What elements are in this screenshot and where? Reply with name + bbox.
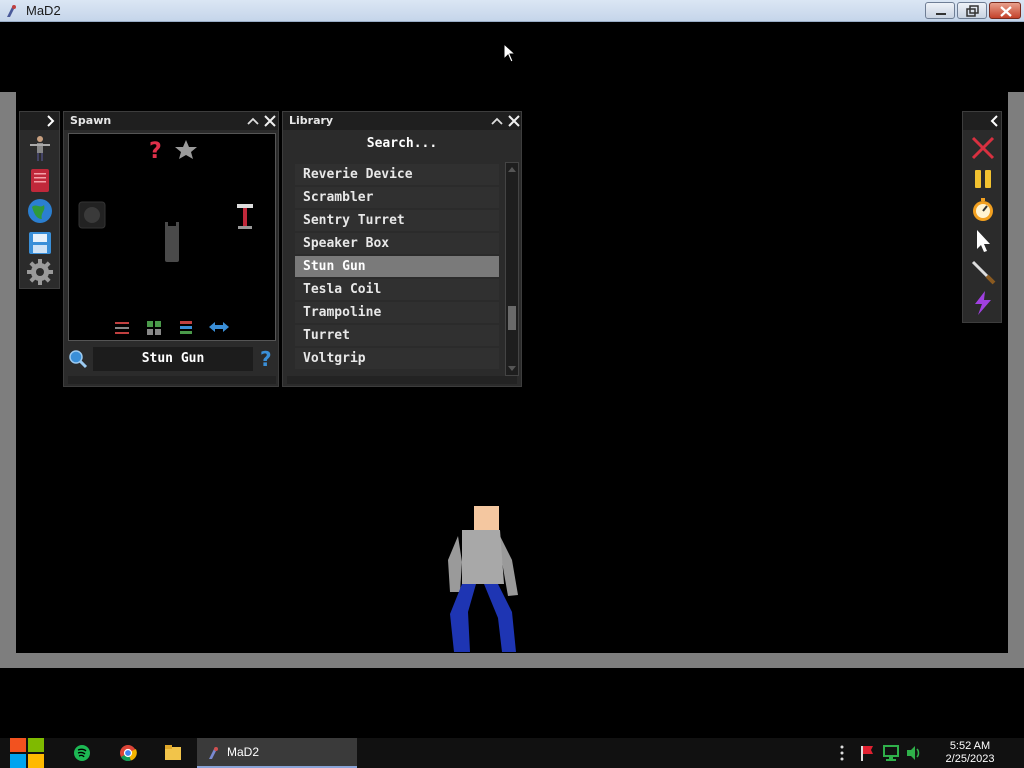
library-item[interactable]: Sentry Turret [295, 210, 499, 231]
library-scrollbar[interactable] [505, 162, 519, 376]
spawn-preview-area[interactable]: ? [68, 133, 276, 341]
pause-icon[interactable] [969, 165, 997, 193]
library-search-input[interactable]: Search... [283, 132, 521, 156]
spawn-search-row: Stun Gun ? [68, 345, 276, 371]
right-wall [1008, 92, 1024, 668]
help-icon[interactable]: ? [258, 348, 276, 370]
library-footer [287, 376, 517, 384]
stun-gun-item [165, 226, 179, 262]
spotify-icon[interactable] [72, 738, 92, 768]
spawn-preview-canvas: ? [78, 139, 253, 335]
library-item[interactable]: Tesla Coil [295, 279, 499, 300]
spawn-panel: Spawn ? Stun Gun ? [63, 111, 279, 387]
floor [0, 653, 1024, 668]
library-item[interactable]: Trampoline [295, 302, 499, 323]
gear-icon[interactable] [26, 258, 54, 286]
collapse-icon[interactable] [245, 113, 261, 129]
mouse-cursor-icon [503, 43, 517, 63]
chrome-icon[interactable] [118, 738, 138, 768]
taskbar: MaD2 5:52 AM 2/25/2023 [0, 738, 1024, 768]
more-options-icon[interactable] [838, 738, 846, 768]
library-item[interactable]: Voltgrip [295, 348, 499, 369]
globe-icon[interactable] [26, 197, 54, 225]
left-wall [0, 92, 16, 668]
svg-text:?: ? [260, 348, 272, 370]
expand-right-icon[interactable] [42, 113, 58, 129]
close-icon [1000, 6, 1012, 17]
scroll-up-icon[interactable] [507, 165, 517, 173]
left-toolbar [19, 111, 60, 289]
random-question-icon: ? [149, 139, 162, 164]
window-title: MaD2 [26, 3, 61, 18]
grid-view-icon [147, 321, 161, 335]
lightning-icon[interactable] [969, 289, 997, 317]
system-clock[interactable]: 5:52 AM 2/25/2023 [935, 740, 1005, 766]
restore-icon [966, 5, 979, 17]
scrollbar-thumb[interactable] [508, 306, 516, 330]
player-torso [462, 530, 504, 584]
pointer-icon[interactable] [969, 227, 997, 255]
knife-icon[interactable] [969, 258, 997, 286]
close-icon[interactable] [262, 113, 278, 129]
stand-item [237, 204, 253, 208]
app-icon [7, 5, 16, 17]
library-item[interactable]: Reverie Device [295, 164, 499, 185]
person-icon[interactable] [26, 134, 54, 162]
file-explorer-icon[interactable] [164, 738, 182, 768]
player-ragdoll[interactable] [440, 500, 530, 655]
player-left-arm [448, 536, 462, 592]
favorite-star-icon [175, 140, 197, 159]
app-icon [209, 747, 218, 759]
clock-date: 2/25/2023 [945, 753, 995, 765]
library-list: Reverie Device Scrambler Sentry Turret Spea… [295, 164, 499, 371]
taskbar-app-mad2[interactable]: MaD2 [197, 738, 357, 768]
spawn-footer [68, 376, 276, 384]
swap-arrows-icon [209, 322, 229, 332]
clear-x-icon[interactable] [969, 134, 997, 162]
library-item[interactable]: Turret [295, 325, 499, 346]
right-toolbar [962, 111, 1002, 323]
library-item[interactable]: Scrambler [295, 187, 499, 208]
selected-item-name: Stun Gun [93, 347, 253, 371]
expand-left-icon[interactable] [987, 113, 1003, 129]
taskbar-app-label: MaD2 [227, 745, 260, 759]
book-icon[interactable] [26, 166, 54, 194]
volume-icon[interactable] [905, 738, 923, 768]
close-icon[interactable] [506, 113, 522, 129]
collapse-icon[interactable] [489, 113, 505, 129]
close-window-button[interactable] [989, 2, 1021, 19]
scroll-down-icon[interactable] [507, 365, 517, 373]
minimize-icon [936, 13, 946, 15]
network-icon[interactable] [882, 738, 900, 768]
library-panel-title: Library [283, 112, 521, 130]
save-icon[interactable] [26, 229, 54, 257]
library-item[interactable]: Speaker Box [295, 233, 499, 254]
stopwatch-icon[interactable] [969, 196, 997, 224]
player-right-arm [500, 536, 518, 596]
flag-icon[interactable] [858, 738, 876, 768]
library-panel: Library Search... Reverie Device Scramble… [282, 111, 522, 387]
filter-icon [115, 322, 129, 334]
library-item[interactable]: Stun Gun [295, 256, 499, 277]
windows-start-icon[interactable] [10, 738, 44, 768]
search-icon[interactable] [68, 349, 88, 369]
desktop: MaD2 Spawn ? Stun Gun ? Library Search..… [0, 0, 1024, 768]
window-titlebar[interactable]: MaD2 [0, 0, 1024, 22]
list-view-icon [180, 321, 192, 334]
player-left-leg [450, 584, 476, 652]
player-head [474, 506, 499, 532]
restore-button[interactable] [957, 2, 987, 19]
clock-time: 5:52 AM [949, 740, 991, 752]
minimize-button[interactable] [925, 2, 955, 19]
